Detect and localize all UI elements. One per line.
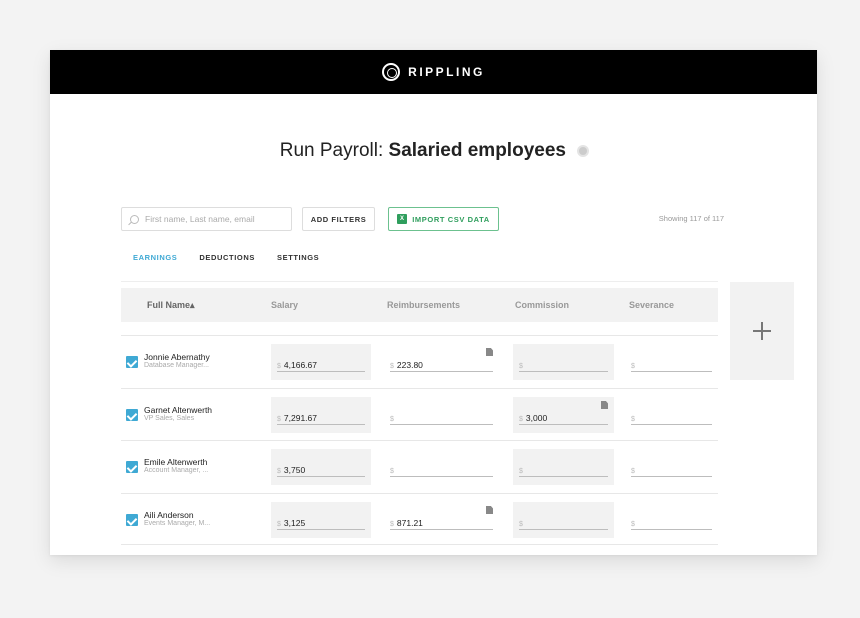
add-filters-button[interactable]: ADD FILTERS — [302, 207, 375, 231]
tab-bar: EARNINGS DEDUCTIONS SETTINGS — [133, 253, 319, 262]
excel-icon: X — [397, 214, 408, 224]
page-title: Run Payroll: Salaried employees — [50, 140, 817, 162]
commission-cell[interactable]: $ — [513, 344, 614, 380]
column-header-reimbursements[interactable]: Reimbursements — [387, 300, 460, 310]
commission-cell[interactable]: $3,000 — [513, 397, 614, 433]
column-header-full-name[interactable]: Full Name▴ — [147, 300, 195, 311]
severance-input[interactable]: $ — [631, 463, 712, 477]
employee-role: VP Sales, Sales — [144, 415, 195, 422]
tab-deductions[interactable]: DEDUCTIONS — [199, 253, 255, 262]
table-row: Jonnie Abernathy Database Manager... $4,… — [121, 335, 718, 387]
app-window: RIPPLING Run Payroll: Salaried employees… — [50, 50, 817, 555]
salary-cell[interactable]: $3,125 — [271, 502, 371, 538]
reimbursements-cell[interactable]: $ — [384, 449, 499, 485]
salary-input[interactable]: $3,125 — [277, 516, 365, 530]
document-icon[interactable] — [486, 348, 493, 356]
salary-input[interactable]: $7,291.67 — [277, 411, 365, 425]
reimbursements-input[interactable]: $223.80 — [390, 358, 493, 372]
employee-role: Events Manager, M... — [144, 520, 211, 527]
reimbursements-cell[interactable]: $871.21 — [384, 502, 499, 538]
reimbursements-cell[interactable]: $223.80 — [384, 344, 499, 380]
commission-input[interactable]: $ — [519, 358, 608, 372]
commission-input[interactable]: $ — [519, 463, 608, 477]
severance-input[interactable]: $ — [631, 358, 712, 372]
reimbursements-cell[interactable]: $ — [384, 397, 499, 433]
employee-name[interactable]: Garnet Altenwerth — [144, 405, 212, 415]
add-column-button[interactable] — [730, 282, 794, 380]
reimbursements-input[interactable]: $871.21 — [390, 516, 493, 530]
severance-input[interactable]: $ — [631, 411, 712, 425]
employee-role: Database Manager... — [144, 362, 209, 369]
column-header-salary[interactable]: Salary — [271, 300, 298, 310]
employee-name[interactable]: Aili Anderson — [144, 510, 194, 520]
employee-name[interactable]: Emile Altenwerth — [144, 457, 207, 467]
page-title-strong: Salaried employees — [388, 140, 566, 161]
row-checkbox[interactable] — [126, 461, 138, 473]
table-header: Full Name▴ Salary Reimbursements Commiss… — [121, 288, 718, 322]
table-row: Emile Altenwerth Account Manager, ... $3… — [121, 440, 718, 492]
document-icon[interactable] — [486, 506, 493, 514]
severance-input[interactable]: $ — [631, 516, 712, 530]
import-csv-label: IMPORT CSV DATA — [412, 214, 490, 224]
search-icon — [130, 214, 139, 224]
page-title-prefix: Run Payroll: — [279, 140, 384, 161]
commission-input[interactable]: $ — [519, 516, 608, 530]
top-bar: RIPPLING — [50, 50, 817, 94]
tabs-divider — [121, 281, 718, 282]
import-csv-button[interactable]: X IMPORT CSV DATA — [388, 207, 499, 231]
severance-cell[interactable]: $ — [625, 502, 718, 538]
commission-input[interactable]: $3,000 — [519, 411, 608, 425]
table-row: Garnet Altenwerth VP Sales, Sales $7,291… — [121, 388, 718, 440]
search-box[interactable] — [121, 207, 292, 231]
brand-name: RIPPLING — [408, 65, 485, 79]
gear-icon[interactable] — [579, 146, 588, 155]
reimbursements-input[interactable]: $ — [390, 411, 493, 425]
commission-cell[interactable]: $ — [513, 502, 614, 538]
row-checkbox[interactable] — [126, 356, 138, 368]
reimbursements-input[interactable]: $ — [390, 463, 493, 477]
column-header-commission[interactable]: Commission — [515, 300, 569, 310]
severance-cell[interactable]: $ — [625, 397, 718, 433]
search-input[interactable] — [145, 214, 285, 224]
showing-count: Showing 117 of 117 — [658, 214, 724, 223]
severance-cell[interactable]: $ — [625, 344, 718, 380]
row-checkbox[interactable] — [126, 514, 138, 526]
column-header-severance[interactable]: Severance — [629, 300, 674, 310]
plus-icon — [753, 322, 771, 340]
severance-cell[interactable]: $ — [625, 449, 718, 485]
employee-name[interactable]: Jonnie Abernathy — [144, 352, 210, 362]
salary-input[interactable]: $4,166.67 — [277, 358, 365, 372]
row-checkbox[interactable] — [126, 409, 138, 421]
salary-cell[interactable]: $7,291.67 — [271, 397, 371, 433]
salary-input[interactable]: $3,750 — [277, 463, 365, 477]
salary-cell[interactable]: $4,166.67 — [271, 344, 371, 380]
brand[interactable]: RIPPLING — [382, 63, 485, 81]
salary-cell[interactable]: $3,750 — [271, 449, 371, 485]
rippling-logo-icon — [382, 63, 401, 81]
table-row: Aili Anderson Events Manager, M... $3,12… — [121, 493, 718, 545]
commission-cell[interactable]: $ — [513, 449, 614, 485]
employee-role: Account Manager, ... — [144, 467, 209, 474]
document-icon[interactable] — [601, 401, 608, 409]
tab-settings[interactable]: SETTINGS — [277, 253, 319, 262]
tab-earnings[interactable]: EARNINGS — [133, 253, 177, 262]
